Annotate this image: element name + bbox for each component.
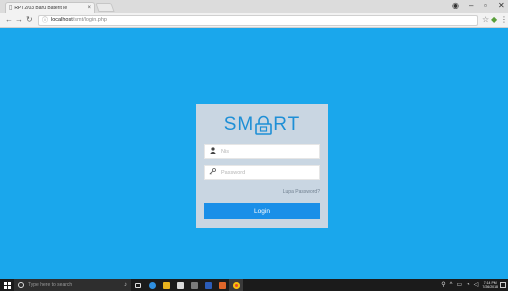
clock-date: 7/26/2018 (482, 285, 498, 289)
chrome-icon[interactable] (229, 279, 243, 291)
start-button[interactable] (0, 279, 14, 291)
back-icon[interactable]: ← (5, 15, 13, 25)
clock[interactable]: 7:14 PM 7/26/2018 (482, 281, 498, 289)
menu-icon[interactable]: ⋮ (500, 15, 508, 25)
people-icon[interactable]: ⚲ (441, 282, 445, 288)
browser-tab-bar: ▯ RPT2/03 Baru Baterit le × ◉ – ▫ ✕ (0, 0, 508, 13)
windows-icon (3, 281, 11, 289)
logo-text-left: SM (223, 114, 255, 135)
maximize-button[interactable]: ▫ (484, 1, 487, 11)
notification-icon[interactable] (500, 282, 506, 288)
login-button[interactable]: Login (204, 203, 320, 219)
taskbar-search-box[interactable]: Type here to search ♪ (14, 279, 131, 291)
network-icon[interactable]: ◔ (466, 282, 470, 288)
password-field[interactable] (204, 165, 320, 180)
tab-title: RPT2/03 Baru Baterit le (14, 5, 68, 11)
taskbar: Type here to search ♪ ⚲ ^ ▭ ◔ ◁ 7:14 PM … (0, 279, 508, 291)
user-icon[interactable]: ◉ (452, 1, 459, 11)
username-input[interactable] (221, 148, 311, 155)
cortana-icon (18, 282, 24, 288)
calculator-icon[interactable] (187, 279, 201, 291)
info-icon[interactable]: ⓘ (42, 18, 48, 24)
battery-icon[interactable]: ▭ (457, 282, 463, 288)
reload-icon[interactable]: ↻ (26, 15, 33, 25)
extension-icon[interactable]: ◆ (491, 15, 497, 25)
password-input[interactable] (221, 169, 311, 176)
url-text: localhost/smt/login.php (51, 16, 107, 24)
minimize-button[interactable]: – (469, 1, 473, 11)
file-explorer-icon[interactable] (159, 279, 173, 291)
new-tab-button[interactable] (95, 3, 115, 12)
page-icon: ▯ (9, 5, 13, 11)
forward-icon[interactable]: → (15, 15, 23, 25)
volume-icon[interactable]: ◁ (474, 282, 479, 288)
url-path: /smt/login.php (72, 16, 107, 23)
logo-text-right: RT (273, 114, 301, 135)
taskbar-search-placeholder: Type here to search (28, 281, 73, 288)
task-view-button[interactable] (131, 279, 145, 291)
padlock-icon (255, 115, 273, 135)
login-card: SM RT Lupa Password? Login (196, 104, 328, 228)
address-toolbar: ← → ↻ ⓘ localhost/smt/login.php ☆ ◆ ⋮ (0, 13, 508, 28)
close-tab-icon[interactable]: × (87, 5, 91, 11)
key-icon (209, 168, 216, 177)
username-field[interactable] (204, 144, 320, 159)
edge-icon[interactable] (145, 279, 159, 291)
address-bar[interactable]: ⓘ localhost/smt/login.php (38, 15, 478, 26)
powerpoint-icon[interactable] (215, 279, 229, 291)
microphone-icon[interactable]: ♪ (124, 282, 127, 288)
word-icon[interactable] (201, 279, 215, 291)
close-window-button[interactable]: ✕ (498, 1, 505, 11)
user-icon (209, 147, 216, 156)
browser-tab[interactable]: ▯ RPT2/03 Baru Baterit le × (5, 2, 95, 13)
store-icon[interactable] (173, 279, 187, 291)
url-host: localhost (51, 16, 73, 23)
star-icon[interactable]: ☆ (482, 15, 489, 25)
system-tray: ⚲ ^ ▭ ◔ ◁ 7:14 PM 7/26/2018 (441, 279, 498, 291)
show-hidden-icons[interactable]: ^ (450, 282, 453, 288)
smart-logo: SM RT (196, 114, 328, 136)
forgot-password-link[interactable]: Lupa Password? (283, 190, 320, 195)
